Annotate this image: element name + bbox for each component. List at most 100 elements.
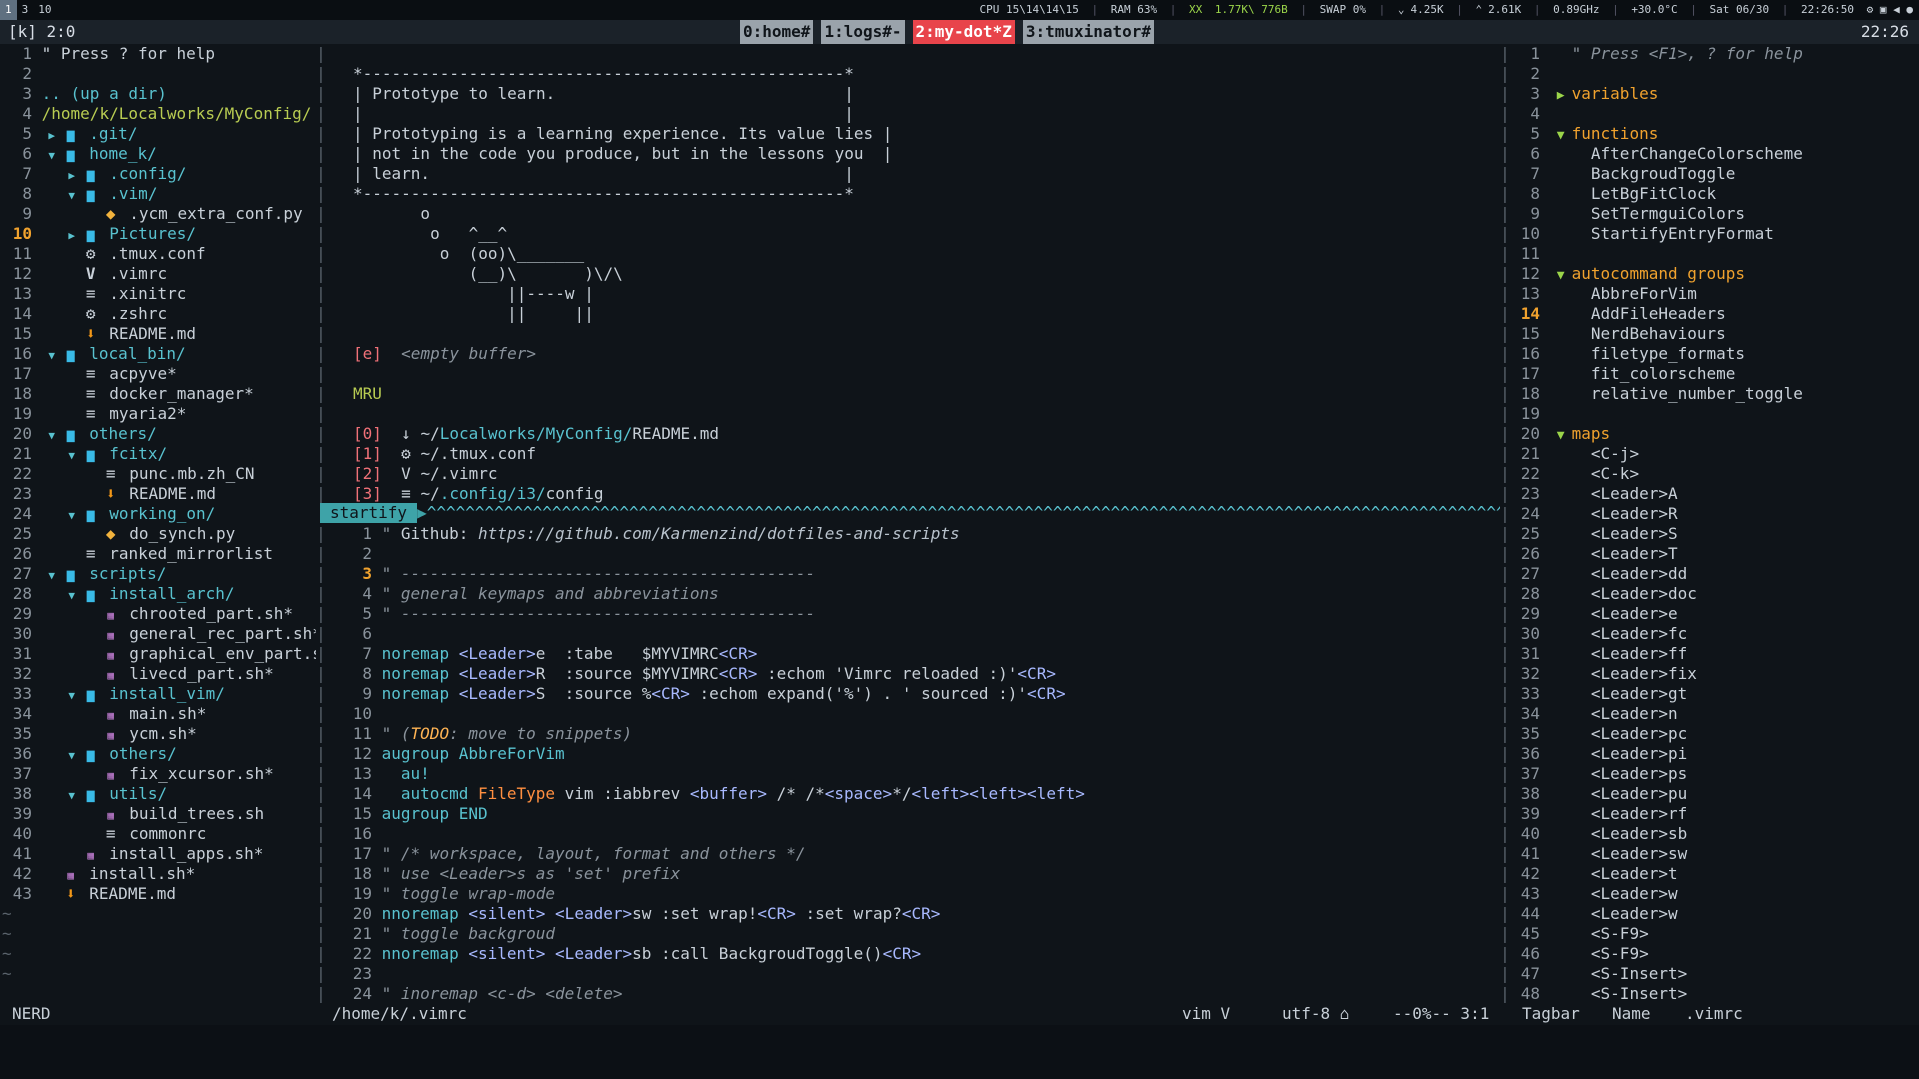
tmux-window-tab[interactable]: 3:tmuxinator# xyxy=(1022,20,1155,44)
code-line[interactable]: 10 xyxy=(320,704,1500,724)
code-line[interactable]: 2 xyxy=(320,544,1500,564)
fold-toggle-icon[interactable]: ▼ xyxy=(42,346,62,366)
code-line[interactable]: 23 xyxy=(320,964,1500,984)
tag-row[interactable]: 9 SetTermguiColors xyxy=(1512,204,1919,224)
tag-row[interactable]: 32 <Leader>fix xyxy=(1512,664,1919,684)
tag-row[interactable]: 27 <Leader>dd xyxy=(1512,564,1919,584)
fold-toggle-icon[interactable]: ▼ xyxy=(62,746,82,766)
code-line[interactable]: 9 noremap <Leader>S :source %<CR> :echom… xyxy=(320,684,1500,704)
code-line[interactable]: 13 au! xyxy=(320,764,1500,784)
tree-row[interactable]: 3 .. (up a dir) xyxy=(0,84,316,104)
tree-row[interactable]: 6 ▼ ▆ home_k/ xyxy=(0,144,316,164)
tree-row[interactable]: 14 ⚙ .zshrc xyxy=(0,304,316,324)
tmux-window-tab[interactable]: 2:my-dot*Z xyxy=(912,20,1015,44)
tree-row[interactable]: 20 ▼ ▆ others/ xyxy=(0,424,316,444)
tag-row[interactable]: 29 <Leader>e xyxy=(1512,604,1919,624)
tree-row[interactable]: 22 ≡ punc.mb.zh_CN xyxy=(0,464,316,484)
code-line[interactable]: 4 " general keymaps and abbreviations xyxy=(320,584,1500,604)
fold-toggle-icon[interactable]: ▼ xyxy=(62,686,82,706)
code-line[interactable]: 17 " /* workspace, layout, format and ot… xyxy=(320,844,1500,864)
tree-row[interactable]: 35 ▦ ycm.sh* xyxy=(0,724,316,744)
tree-row[interactable]: 10 ▶ ▆ Pictures/ xyxy=(0,224,316,244)
tree-row[interactable]: 5 ▶ ▆ .git/ xyxy=(0,124,316,144)
tree-row[interactable]: 38 ▼ ▆ utils/ xyxy=(0,784,316,804)
code-line[interactable]: 12 augroup AbbreForVim xyxy=(320,744,1500,764)
tag-row[interactable]: 10 StartifyEntryFormat xyxy=(1512,224,1919,244)
code-line[interactable]: 18 " use <Leader>s as 'set' prefix xyxy=(320,864,1500,884)
tree-row[interactable]: 32 ▦ livecd_part.sh* xyxy=(0,664,316,684)
tag-row[interactable]: 41 <Leader>sw xyxy=(1512,844,1919,864)
tag-row[interactable]: 30 <Leader>fc xyxy=(1512,624,1919,644)
tag-row[interactable]: 47 <S-Insert> xyxy=(1512,964,1919,984)
startify-line[interactable]: [3] ≡ ~/.config/i3/config xyxy=(330,484,1500,504)
code-line[interactable]: 20 nnoremap <silent> <Leader>sw :set wra… xyxy=(320,904,1500,924)
tag-row[interactable]: 6 AfterChangeColorscheme xyxy=(1512,144,1919,164)
code-line[interactable]: 22 nnoremap <silent> <Leader>sb :call Ba… xyxy=(320,944,1500,964)
tree-row[interactable]: 33 ▼ ▆ install_vim/ xyxy=(0,684,316,704)
code-line[interactable]: 16 xyxy=(320,824,1500,844)
code-line[interactable]: 6 xyxy=(320,624,1500,644)
tree-row[interactable]: 41 ▦ install_apps.sh* xyxy=(0,844,316,864)
tag-row[interactable]: 38 <Leader>pu xyxy=(1512,784,1919,804)
tag-row[interactable]: 20 ▼ maps xyxy=(1512,424,1919,444)
code-line[interactable]: 7 noremap <Leader>e :tabe $MYVIMRC<CR> xyxy=(320,644,1500,664)
tree-row[interactable]: 30 ▦ general_rec_part.sh* xyxy=(0,624,316,644)
fold-triangle-icon[interactable]: ▼ xyxy=(1550,266,1572,286)
tag-row[interactable]: 31 <Leader>ff xyxy=(1512,644,1919,664)
tag-row[interactable]: 28 <Leader>doc xyxy=(1512,584,1919,604)
tag-row[interactable]: 22 <C-k> xyxy=(1512,464,1919,484)
nerdtree-pane[interactable]: 1 " Press ? for help 2 3 .. (up a dir) 4 /… xyxy=(0,44,316,1004)
code-line[interactable]: 24 " inoremap <c-d> <delete> xyxy=(320,984,1500,1004)
tag-row[interactable]: 14 AddFileHeaders xyxy=(1512,304,1919,324)
tree-row[interactable]: 16 ▼ ▆ local_bin/ xyxy=(0,344,316,364)
tag-row[interactable]: 40 <Leader>sb xyxy=(1512,824,1919,844)
tree-row[interactable]: 27 ▼ ▆ scripts/ xyxy=(0,564,316,584)
tree-row[interactable]: 28 ▼ ▆ install_arch/ xyxy=(0,584,316,604)
tag-row[interactable]: 36 <Leader>pi xyxy=(1512,744,1919,764)
tag-row[interactable]: 24 <Leader>R xyxy=(1512,504,1919,524)
tag-row[interactable]: 26 <Leader>T xyxy=(1512,544,1919,564)
workspace-1[interactable]: 1 xyxy=(0,0,17,20)
tree-row[interactable]: 34 ▦ main.sh* xyxy=(0,704,316,724)
startify-line[interactable]: [1] ⚙ ~/.tmux.conf xyxy=(330,444,1500,464)
tag-row[interactable]: 15 NerdBehaviours xyxy=(1512,324,1919,344)
fold-toggle-icon[interactable]: ▼ xyxy=(42,566,62,586)
tag-row[interactable]: 7 BackgroudToggle xyxy=(1512,164,1919,184)
code-line[interactable]: 8 noremap <Leader>R :source $MYVIMRC<CR>… xyxy=(320,664,1500,684)
code-line[interactable]: 11 " (TODO: move to snippets) xyxy=(320,724,1500,744)
fold-toggle-icon[interactable]: ▼ xyxy=(62,786,82,806)
tag-row[interactable]: 48 <S-Insert> xyxy=(1512,984,1919,1004)
tree-row[interactable]: 23 ⬇ README.md xyxy=(0,484,316,504)
fold-toggle-icon[interactable]: ▶ xyxy=(62,166,82,186)
tag-row[interactable]: 17 fit_colorscheme xyxy=(1512,364,1919,384)
tray-icons[interactable]: ⚙ ▣ ◀ ● xyxy=(1867,3,1913,16)
startify-pane[interactable]: *---------------------------------------… xyxy=(330,44,1500,504)
tree-row[interactable]: 37 ▦ fix_xcursor.sh* xyxy=(0,764,316,784)
tree-row[interactable]: 12 V .vimrc xyxy=(0,264,316,284)
vim-command-line[interactable] xyxy=(0,1025,1919,1079)
fold-toggle-icon[interactable]: ▼ xyxy=(42,426,62,446)
tag-row[interactable]: 8 LetBgFitClock xyxy=(1512,184,1919,204)
startify-line[interactable]: [0] ↓ ~/Localworks/MyConfig/README.md xyxy=(330,424,1500,444)
tree-row[interactable]: 43 ⬇ README.md xyxy=(0,884,316,904)
tmux-window-tab[interactable]: 1:logs#- xyxy=(821,20,905,44)
tree-row[interactable]: 13 ≡ .xinitrc xyxy=(0,284,316,304)
startify-line[interactable]: [2] V ~/.vimrc xyxy=(330,464,1500,484)
fold-toggle-icon[interactable]: ▼ xyxy=(62,586,82,606)
tree-row[interactable]: 15 ⬇ README.md xyxy=(0,324,316,344)
tag-row[interactable]: 35 <Leader>pc xyxy=(1512,724,1919,744)
tag-row[interactable]: 21 <C-j> xyxy=(1512,444,1919,464)
tag-row[interactable]: 5 ▼ functions xyxy=(1512,124,1919,144)
fold-triangle-icon[interactable]: ▼ xyxy=(1550,126,1572,146)
tag-row[interactable]: 46 <S-F9> xyxy=(1512,944,1919,964)
code-line[interactable]: 5 " ------------------------------------… xyxy=(320,604,1500,624)
code-line[interactable]: 3 " ------------------------------------… xyxy=(320,564,1500,584)
tree-row[interactable]: 29 ▦ chrooted_part.sh* xyxy=(0,604,316,624)
tag-row[interactable]: 44 <Leader>w xyxy=(1512,904,1919,924)
tree-row[interactable]: 4 /home/k/Localworks/MyConfig/ xyxy=(0,104,316,124)
code-line[interactable]: 14 autocmd FileType vim :iabbrev <buffer… xyxy=(320,784,1500,804)
workspace-10[interactable]: 10 xyxy=(33,0,56,20)
tree-row[interactable]: 18 ≡ docker_manager* xyxy=(0,384,316,404)
tag-row[interactable]: 43 <Leader>w xyxy=(1512,884,1919,904)
tree-row[interactable]: 21 ▼ ▆ fcitx/ xyxy=(0,444,316,464)
